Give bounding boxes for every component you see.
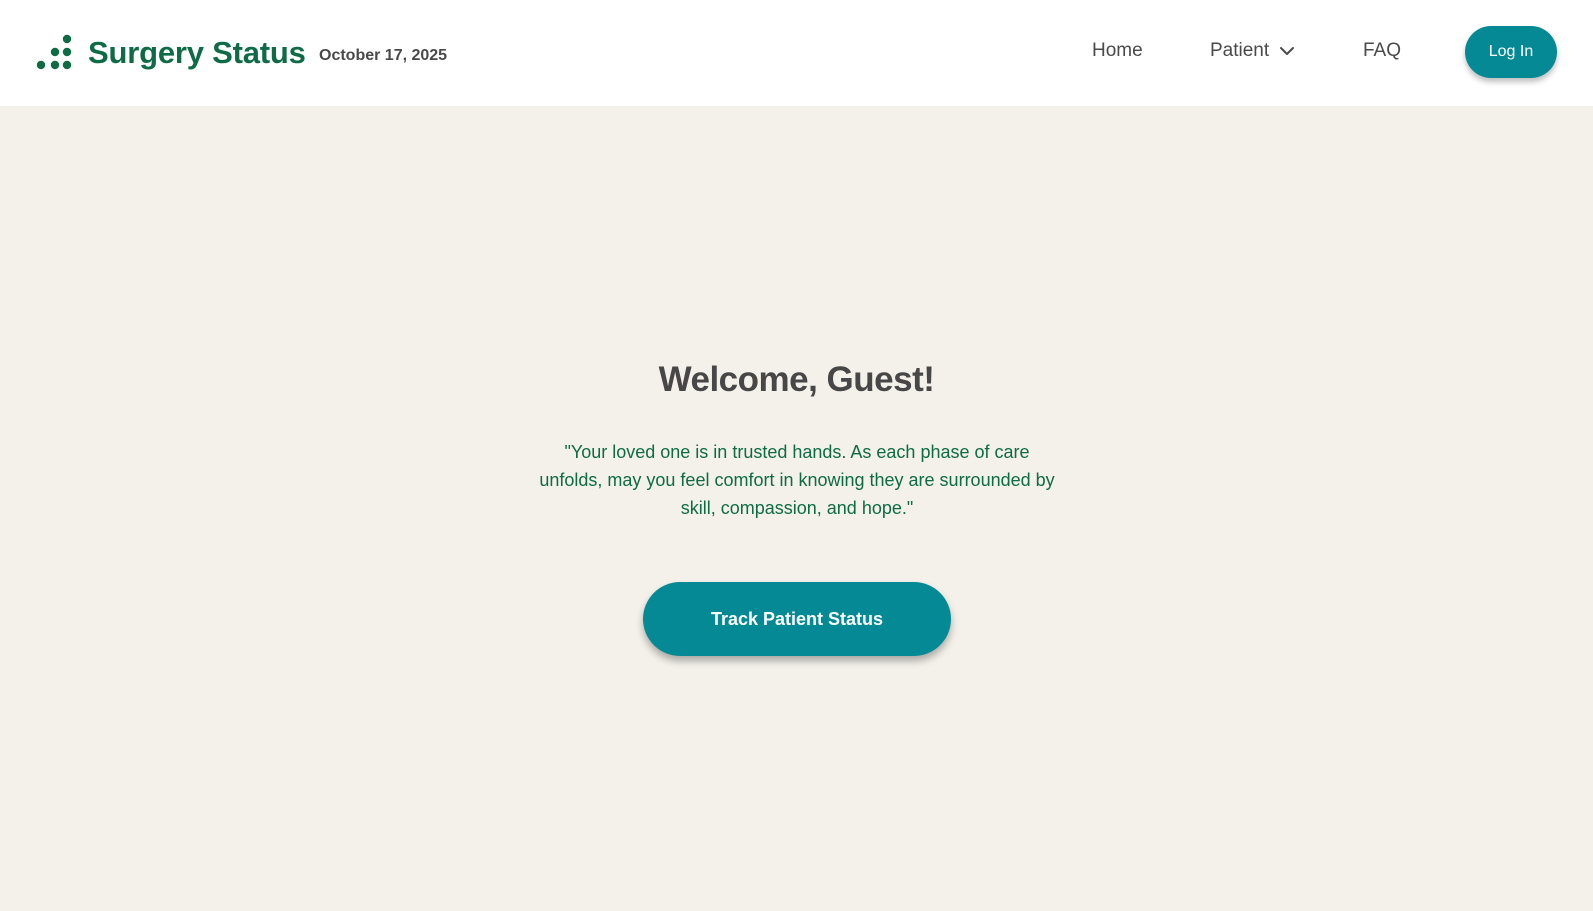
chevron-down-icon bbox=[1280, 47, 1295, 55]
top-header: Surgery Status October 17, 2025 Home Pat… bbox=[0, 0, 1593, 106]
welcome-title: Welcome, Guest! bbox=[658, 360, 935, 399]
nav-faq-link[interactable]: FAQ bbox=[1363, 40, 1401, 62]
welcome-quote: "Your loved one is in trusted hands. As … bbox=[539, 442, 1055, 518]
login-button[interactable]: Log In bbox=[1465, 26, 1557, 78]
nav-faq-label: FAQ bbox=[1363, 40, 1402, 61]
nav-home-label: Home bbox=[1092, 40, 1143, 61]
hero-section: Welcome, Guest! "Your loved one is in tr… bbox=[0, 106, 1593, 911]
app-root: Surgery Status October 17, 2025 Home Pat… bbox=[0, 0, 1593, 911]
track-patient-status-button[interactable]: Track Patient Status bbox=[643, 582, 951, 656]
main-nav: Home Patient FAQ Log In bbox=[0, 0, 1593, 104]
nav-patient-label: Patient bbox=[1210, 40, 1270, 61]
nav-patient-dropdown[interactable]: Patient bbox=[1210, 40, 1295, 62]
nav-home-link[interactable]: Home bbox=[1092, 40, 1143, 62]
